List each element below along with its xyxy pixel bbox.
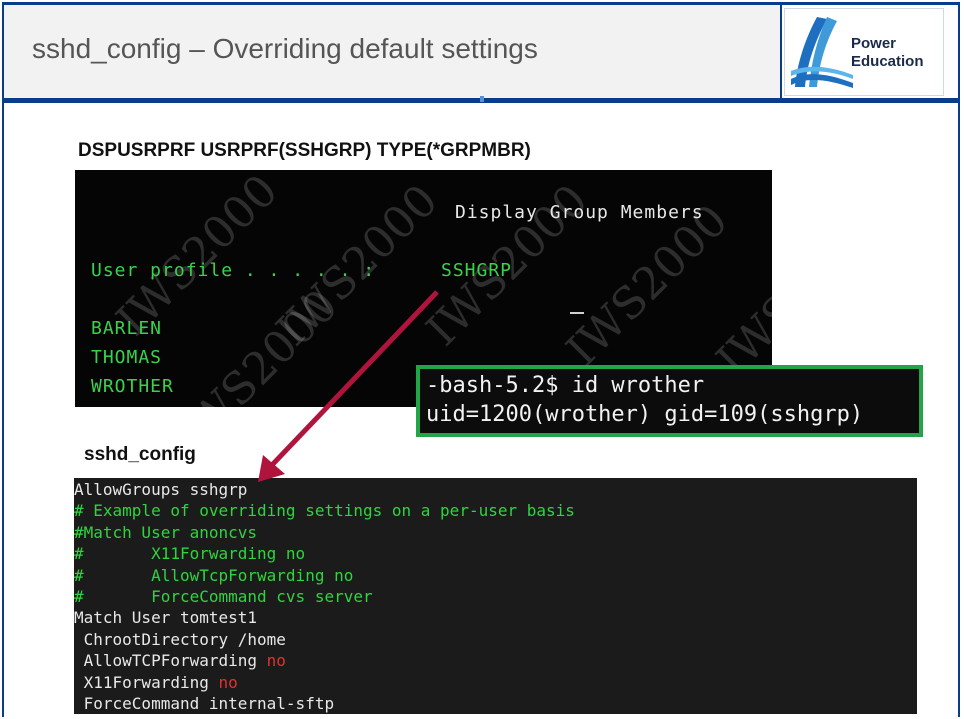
arrow-overlay	[258, 290, 439, 482]
arrow-icon	[270, 290, 439, 467]
